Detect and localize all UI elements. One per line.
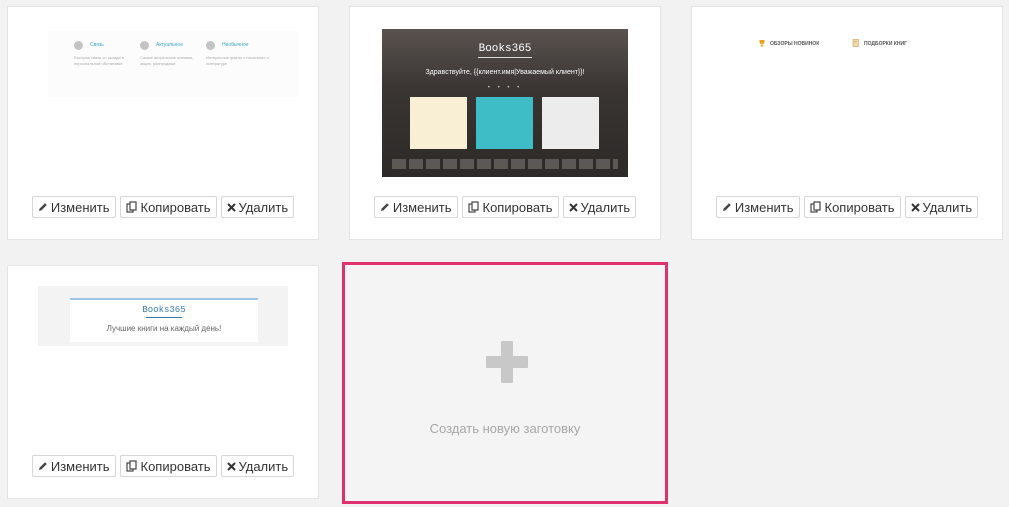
close-icon xyxy=(226,202,236,212)
delete-label: Удалить xyxy=(238,458,289,474)
feature-icon xyxy=(206,41,215,50)
template-card: Books365 Лучшие книги на каждый день! Из… xyxy=(7,265,319,499)
copy-label: Копировать xyxy=(140,458,211,474)
copy-icon xyxy=(125,201,138,213)
preview-header: Books365 Лучшие книги на каждый день! xyxy=(70,298,258,342)
template-card: Books365 Здравствуйте, {{клиент.имя|Уваж… xyxy=(349,6,661,240)
template-preview[interactable]: ОБЗОРЫ НОВИНОК ПОДБОРКИ КНИГ xyxy=(758,37,938,51)
feature-icon xyxy=(74,41,83,50)
trophy-icon xyxy=(758,39,766,49)
edit-label: Изменить xyxy=(392,199,452,215)
close-icon xyxy=(568,202,578,212)
preview-logo: Books365 xyxy=(478,43,532,55)
edit-button[interactable]: Изменить xyxy=(31,196,116,218)
preview-nav-item: ОБЗОРЫ НОВИНОК xyxy=(758,39,819,49)
copy-icon xyxy=(125,460,138,472)
copy-label: Копировать xyxy=(482,199,553,215)
preview-nav-item: ПОДБОРКИ КНИГ xyxy=(852,39,907,49)
template-card: ОБЗОРЫ НОВИНОК ПОДБОРКИ КНИГ Изменить Ко… xyxy=(691,6,1003,240)
feature-desc: Самые актуальные новинки, акции, распрод… xyxy=(140,55,194,66)
card-actions: Изменить Копировать Удалить xyxy=(350,196,660,218)
template-preview[interactable]: Books365 Здравствуйте, {{клиент.имя|Уваж… xyxy=(382,29,628,177)
preview-dots: • • • • xyxy=(487,85,523,91)
copy-button[interactable]: Копировать xyxy=(119,196,217,218)
card-actions: Изменить Копировать Удалить xyxy=(8,455,318,477)
edit-label: Изменить xyxy=(50,458,110,474)
copy-label: Копировать xyxy=(140,199,211,215)
book-icon xyxy=(852,39,860,49)
delete-button[interactable]: Удалить xyxy=(220,196,295,218)
preview-banner xyxy=(410,97,467,149)
edit-label: Изменить xyxy=(734,199,794,215)
delete-button[interactable]: Удалить xyxy=(562,196,637,218)
preview-banner xyxy=(476,97,533,149)
preview-greeting: Здравствуйте, {{клиент.имя|Уважаемый кли… xyxy=(425,69,585,76)
template-preview[interactable]: Books365 Лучшие книги на каждый день! xyxy=(38,286,288,346)
delete-label: Удалить xyxy=(580,199,631,215)
edit-button[interactable]: Изменить xyxy=(31,455,116,477)
feature-icon xyxy=(140,41,149,50)
copy-label: Копировать xyxy=(824,199,895,215)
delete-button[interactable]: Удалить xyxy=(220,455,295,477)
card-actions: Изменить Копировать Удалить xyxy=(692,196,1002,218)
pencil-icon xyxy=(38,461,48,471)
preview-footer-text xyxy=(392,159,618,169)
copy-icon xyxy=(809,201,822,213)
logo-underline xyxy=(478,57,532,58)
copy-button[interactable]: Копировать xyxy=(803,196,901,218)
template-preview[interactable]: Связь Быстрая связь со склада в персонал… xyxy=(48,31,298,97)
preview-banner xyxy=(542,97,599,149)
create-template-label: Создать новую заготовку xyxy=(429,421,581,436)
pencil-icon xyxy=(38,202,48,212)
delete-button[interactable]: Удалить xyxy=(904,196,979,218)
copy-icon xyxy=(467,201,480,213)
copy-button[interactable]: Копировать xyxy=(119,455,217,477)
pencil-icon xyxy=(380,202,390,212)
edit-button[interactable]: Изменить xyxy=(715,196,800,218)
card-actions: Изменить Копировать Удалить xyxy=(8,196,318,218)
preview-logo: Books365 xyxy=(142,305,186,315)
copy-button[interactable]: Копировать xyxy=(461,196,559,218)
feature-title: Актуальное xyxy=(156,42,183,48)
create-template-card[interactable]: Создать новую заготовку xyxy=(342,262,668,504)
feature-title: Связь xyxy=(90,42,104,48)
edit-button[interactable]: Изменить xyxy=(373,196,458,218)
delete-label: Удалить xyxy=(238,199,289,215)
delete-label: Удалить xyxy=(922,199,973,215)
edit-label: Изменить xyxy=(50,199,110,215)
feature-title: Необычное xyxy=(222,42,249,48)
pencil-icon xyxy=(722,202,732,212)
plus-icon xyxy=(486,341,528,383)
feature-desc: Быстрая связь со склада в персональной о… xyxy=(74,55,124,66)
preview-tagline: Лучшие книги на каждый день! xyxy=(106,324,222,333)
close-icon xyxy=(226,461,236,471)
feature-desc: Интересные факты о писателях и литератур… xyxy=(206,55,269,66)
close-icon xyxy=(910,202,920,212)
template-card: Связь Быстрая связь со склада в персонал… xyxy=(7,6,319,240)
logo-underline xyxy=(146,317,182,318)
